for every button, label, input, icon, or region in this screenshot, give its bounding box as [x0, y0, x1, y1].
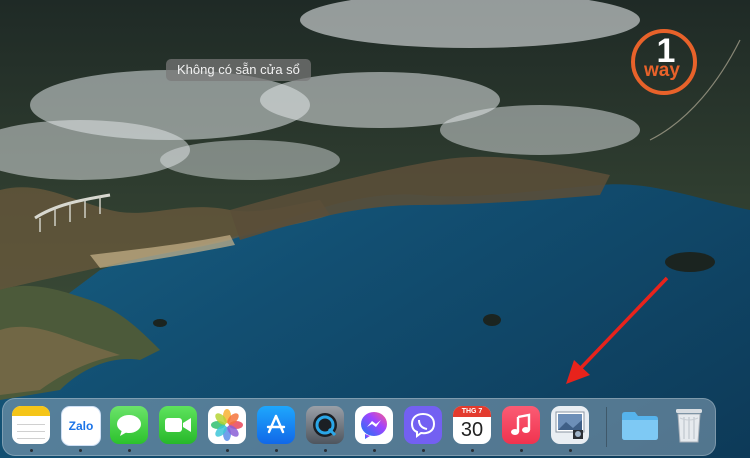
facetime-icon[interactable]	[159, 406, 197, 444]
calendar-month: THG 7	[453, 406, 491, 417]
app-store-icon[interactable]	[257, 406, 295, 444]
zalo-icon[interactable]: Zalo	[61, 406, 101, 446]
dock-separator	[606, 407, 607, 447]
photos-icon[interactable]	[208, 406, 246, 444]
dock: Zalo THG 7 30	[2, 398, 716, 456]
running-indicator	[569, 449, 572, 452]
folder-icon[interactable]	[621, 406, 659, 444]
trash-icon[interactable]	[670, 406, 708, 444]
running-indicator	[30, 449, 33, 452]
window-unavailable-tooltip: Không có sẵn cửa sổ	[166, 59, 311, 81]
calendar-icon[interactable]: THG 7 30	[453, 406, 491, 444]
calendar-day: 30	[460, 419, 484, 441]
quicktime-icon[interactable]	[306, 406, 344, 444]
messenger-icon[interactable]	[355, 406, 393, 444]
music-icon[interactable]	[502, 406, 540, 444]
running-indicator	[373, 449, 376, 452]
running-indicator	[79, 449, 82, 452]
viber-icon[interactable]	[404, 406, 442, 444]
running-indicator	[471, 449, 474, 452]
running-indicator	[422, 449, 425, 452]
messages-icon[interactable]	[110, 406, 148, 444]
running-indicator	[128, 449, 131, 452]
watermark-logo-text: way	[643, 60, 680, 81]
zalo-label: Zalo	[68, 419, 94, 433]
preview-icon[interactable]	[551, 406, 589, 444]
watermark-logo: 1 way	[631, 29, 697, 95]
running-indicator	[226, 449, 229, 452]
running-indicator	[324, 449, 327, 452]
notes-icon[interactable]	[12, 406, 50, 444]
running-indicator	[520, 449, 523, 452]
running-indicator	[275, 449, 278, 452]
